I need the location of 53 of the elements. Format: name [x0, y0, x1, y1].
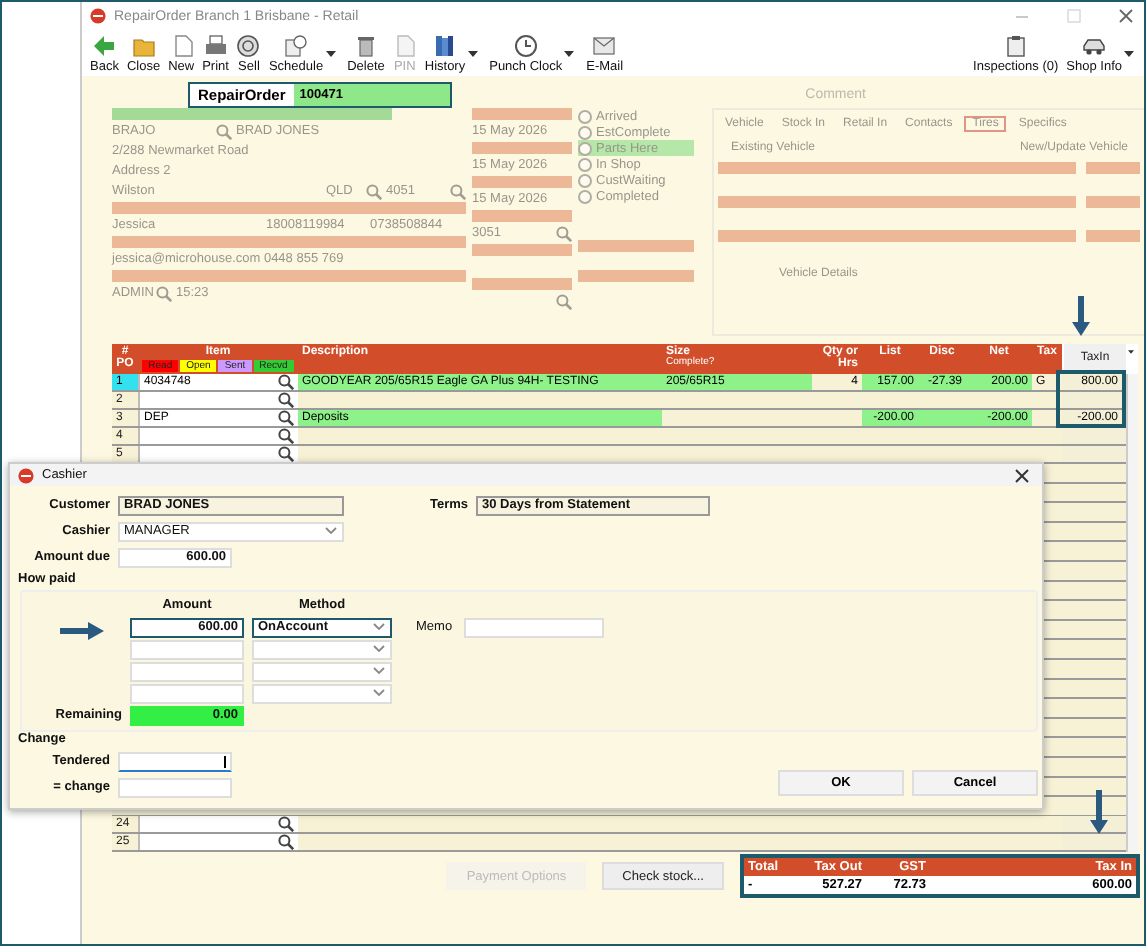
search-icon: [156, 285, 172, 301]
scrollbar[interactable]: [1126, 374, 1138, 852]
caret-icon: [467, 50, 478, 58]
header-bar: [472, 210, 572, 222]
header-bar: [1085, 196, 1140, 208]
caret-icon: [564, 50, 575, 58]
amount-field[interactable]: [130, 683, 244, 703]
amount-field[interactable]: [130, 639, 244, 659]
search-icon: [556, 225, 572, 241]
envelope-icon: [592, 34, 617, 58]
header-bar: [472, 142, 572, 154]
document-clock-icon: [284, 34, 309, 58]
folder-icon: [131, 34, 156, 58]
header-bar: [578, 270, 695, 282]
books-icon: [432, 34, 457, 58]
arrow-down-icon: [1090, 790, 1108, 834]
method-dropdown[interactable]: [252, 661, 392, 681]
search-icon: [450, 183, 466, 199]
method-dropdown[interactable]: [252, 683, 392, 703]
search-icon: [216, 123, 232, 139]
arrow-right-icon: [60, 622, 104, 640]
header-bar: [578, 240, 695, 252]
document-icon: [169, 34, 194, 58]
header-bar: [472, 108, 572, 120]
app-logo-icon: [90, 8, 106, 24]
method-dropdown[interactable]: [252, 639, 392, 659]
header-bar: [1085, 162, 1140, 174]
search-icon: [366, 183, 382, 199]
search-icon: [556, 293, 572, 309]
highlight-frame: [1056, 370, 1126, 428]
maximize-icon[interactable]: [1066, 8, 1082, 24]
close-icon[interactable]: [1014, 467, 1030, 483]
header-bar: [1085, 230, 1140, 242]
header-bar: [472, 176, 572, 188]
arrow-left-icon: [92, 34, 117, 58]
caret-icon: [1124, 50, 1134, 58]
clock-icon: [513, 34, 538, 58]
header-bar: [472, 244, 572, 256]
amount-field[interactable]: [130, 661, 244, 681]
change-field[interactable]: [118, 777, 232, 797]
trash-icon: [353, 34, 378, 58]
document-icon: [392, 34, 417, 58]
tendered-field[interactable]: [118, 751, 232, 771]
header-bar: [472, 278, 572, 290]
printer-icon: [203, 34, 228, 58]
clipboard-icon: [1003, 34, 1028, 58]
close-icon[interactable]: [1118, 8, 1134, 24]
chevron-down-icon: [324, 526, 338, 536]
coin-icon: [236, 34, 261, 58]
car-icon: [1082, 34, 1107, 58]
arrow-down-icon: [1072, 296, 1090, 336]
memo-field[interactable]: [464, 617, 604, 637]
caret-icon: [325, 50, 336, 58]
